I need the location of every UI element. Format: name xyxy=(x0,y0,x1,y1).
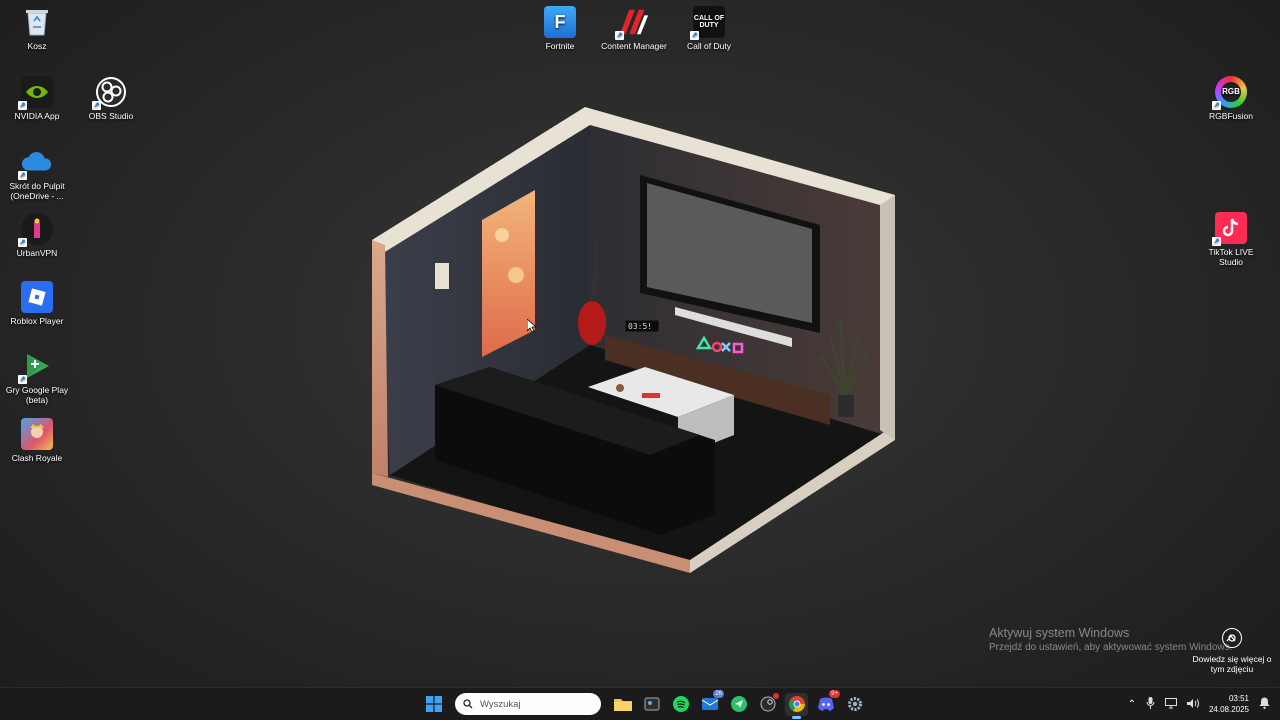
desktop-icon-roblox[interactable]: Roblox Player xyxy=(2,281,72,326)
taskbar-search-box[interactable]: Wyszukaj xyxy=(455,693,601,715)
wallpaper-isometric-room: 03:5! xyxy=(372,107,895,573)
notification-dot xyxy=(773,692,779,699)
fortnite-label: Fortnite xyxy=(545,41,575,51)
desktop-icon-call-of-duty[interactable]: CALL OF DUTY ↗ Call of Duty xyxy=(674,6,744,51)
system-tray: ⌃ 03:51 24.08.2025 xyxy=(1128,688,1270,720)
shortcut-arrow-icon: ↗ xyxy=(1212,237,1221,246)
urbanvpn-icon: ↗ xyxy=(18,213,53,247)
clash-royale-icon xyxy=(21,418,53,450)
volume-icon[interactable] xyxy=(1186,698,1199,711)
taskbar-clock[interactable]: 03:51 24.08.2025 xyxy=(1209,693,1249,715)
shortcut-arrow-icon: ↗ xyxy=(615,31,624,40)
taskbar-discord[interactable]: 9+ xyxy=(814,689,840,716)
shortcut-arrow-icon: ↗ xyxy=(1212,101,1221,110)
desktop-icon-obs-studio[interactable]: ↗ OBS Studio xyxy=(76,76,146,121)
taskbar-app-steam[interactable] xyxy=(756,692,779,716)
desktop-icon-google-play-games[interactable]: ↗ Gry Google Play (beta) xyxy=(2,350,72,405)
spotify-icon xyxy=(672,696,689,712)
desktop-icon-urbanvpn[interactable]: ↗ UrbanVPN xyxy=(2,213,72,258)
google-play-label: Gry Google Play (beta) xyxy=(5,385,69,405)
roblox-icon xyxy=(21,281,53,313)
obs-label: OBS Studio xyxy=(88,111,134,121)
discord-icon xyxy=(817,697,834,711)
taskbar-outlook[interactable]: 26 xyxy=(698,689,724,716)
network-icon[interactable] xyxy=(1164,697,1177,711)
gear-icon xyxy=(847,697,862,711)
tiktok-label: TikTok LIVE Studio xyxy=(1208,247,1254,267)
fortnite-icon: F xyxy=(544,6,576,38)
google-play-games-icon: ↗ xyxy=(18,350,53,384)
windows-logo-icon xyxy=(425,696,442,712)
tiktok-icon: ↗ xyxy=(1212,212,1247,246)
mouse-cursor-icon xyxy=(527,319,537,333)
desktop-icon-fortnite[interactable]: F Fortnite xyxy=(525,6,595,51)
desktop-icon-tiktok-live[interactable]: ↗ TikTok LIVE Studio xyxy=(1196,212,1266,267)
learn-more-label: Dowiedz się więcej o tym zdjęciu xyxy=(1192,654,1272,674)
wallpaper-clock-text: 03:5! xyxy=(628,322,652,331)
taskbar-spotify[interactable] xyxy=(669,693,692,716)
taskbar-chrome[interactable] xyxy=(785,692,808,719)
desktop-icon-content-manager[interactable]: ↗ Content Manager xyxy=(599,6,669,51)
clock-time: 03:51 xyxy=(1228,694,1249,703)
taskbar-settings[interactable] xyxy=(843,693,866,716)
shortcut-arrow-icon: ↗ xyxy=(18,171,27,180)
shortcut-arrow-icon: ↗ xyxy=(18,375,27,384)
clock-date: 24.08.2025 xyxy=(1208,705,1249,714)
taskbar: Wyszukaj 26 9+ ⌃ 03:51 24.08.2025 xyxy=(0,687,1280,720)
taskbar-pinned-apps: Wyszukaj 26 9+ xyxy=(422,688,866,720)
shortcut-arrow-icon: ↗ xyxy=(690,31,699,40)
camera-info-icon xyxy=(1222,628,1242,648)
discord-badge: 9+ xyxy=(829,689,840,698)
desktop-icon-clash-royale[interactable]: Clash Royale xyxy=(2,418,72,463)
content-manager-icon: ↗ xyxy=(615,6,650,40)
folder-icon xyxy=(613,699,632,711)
taskbar-vpn-app[interactable] xyxy=(727,693,750,716)
content-manager-label: Content Manager xyxy=(601,41,667,51)
desktop-icon-recycle-bin[interactable]: Kosz xyxy=(2,6,72,51)
desktop-icon-nvidia-app[interactable]: ↗ NVIDIA App xyxy=(2,76,72,121)
desktop-icon-rgbfusion[interactable]: RGB ↗ RGBFusion xyxy=(1196,76,1266,121)
shortcut-arrow-icon: ↗ xyxy=(18,101,27,110)
urbanvpn-label: UrbanVPN xyxy=(16,248,58,258)
roblox-label: Roblox Player xyxy=(10,316,64,326)
microphone-icon[interactable] xyxy=(1146,697,1155,711)
steam-icon xyxy=(760,696,775,712)
rgbfusion-label: RGBFusion xyxy=(1209,111,1253,121)
search-placeholder: Wyszukaj xyxy=(480,698,521,710)
learn-about-picture[interactable]: Dowiedz się więcej o tym zdjęciu xyxy=(1190,628,1274,674)
onedrive-cloud-icon: ↗ xyxy=(18,146,53,180)
show-hidden-icons-chevron-up-icon[interactable]: ⌃ xyxy=(1128,699,1136,710)
call-of-duty-label: Call of Duty xyxy=(687,41,731,51)
recycle-bin-label: Kosz xyxy=(27,41,47,51)
rgb-glyph: RGB xyxy=(1221,82,1241,102)
outlook-badge: 26 xyxy=(713,689,724,698)
notifications-bell-icon[interactable] xyxy=(1259,697,1270,711)
nvidia-icon: ↗ xyxy=(18,76,53,110)
chrome-icon xyxy=(788,696,805,712)
paper-plane-icon xyxy=(730,696,747,712)
shortcut-arrow-icon: ↗ xyxy=(92,101,101,110)
onedrive-label: Skrót do Pulpit (OneDrive - ... xyxy=(9,181,65,201)
taskbar-file-explorer[interactable] xyxy=(611,693,634,716)
gallery-icon xyxy=(644,697,659,711)
taskbar-app-2[interactable] xyxy=(640,693,663,716)
desktop-icon-onedrive[interactable]: ↗ Skrót do Pulpit (OneDrive - ... xyxy=(2,146,72,201)
obs-icon: ↗ xyxy=(92,76,127,110)
nvidia-label: NVIDIA App xyxy=(14,111,60,121)
call-of-duty-icon: CALL OF DUTY ↗ xyxy=(690,6,725,40)
search-icon xyxy=(463,699,473,709)
shortcut-arrow-icon: ↗ xyxy=(18,238,27,247)
rgbfusion-icon: RGB ↗ xyxy=(1212,76,1247,110)
clash-royale-label: Clash Royale xyxy=(11,453,63,463)
cod-glyph: CALL OF DUTY xyxy=(693,15,725,29)
mail-icon xyxy=(701,698,718,710)
recycle-bin-icon xyxy=(21,6,53,38)
start-button[interactable] xyxy=(422,693,445,716)
